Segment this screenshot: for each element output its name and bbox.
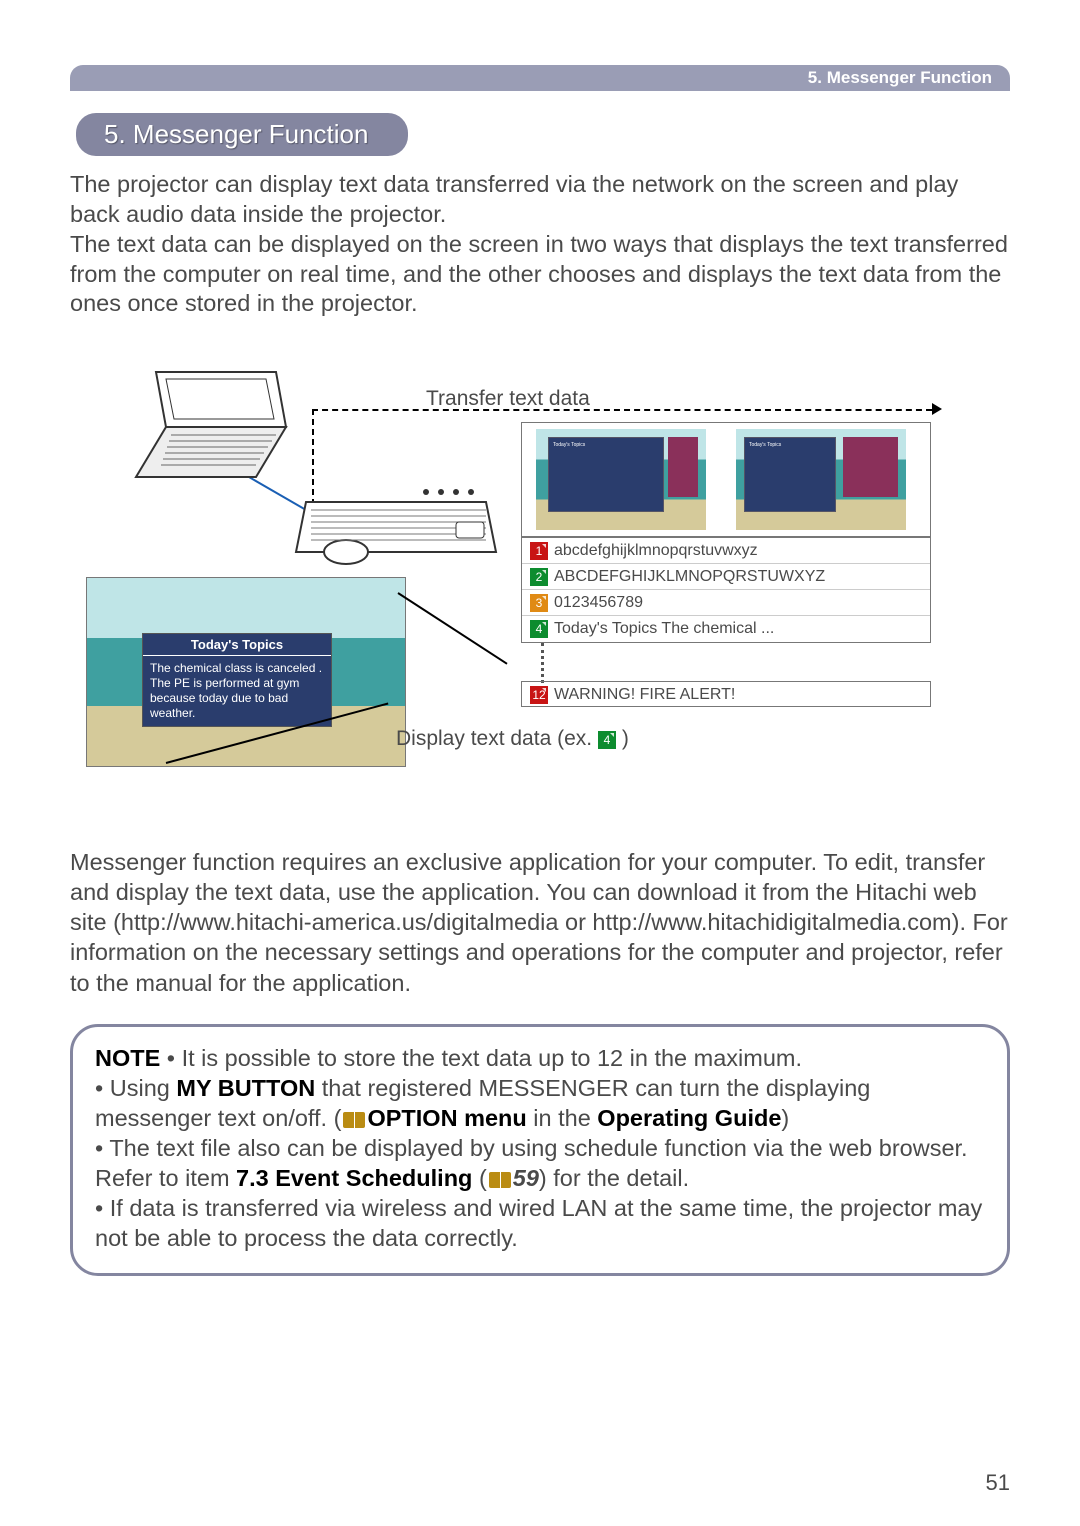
note-b2c: in the <box>527 1105 598 1131</box>
section-title-pill: 5. Messenger Function <box>76 113 408 156</box>
message-row: 2 ABCDEFGHIJKLMNOPQRSTUWXYZ <box>522 564 930 590</box>
projector-illustration <box>286 482 506 587</box>
display-label-prefix: Display text data (ex. <box>396 727 598 750</box>
badge-icon: 4 <box>598 731 616 749</box>
message-row: 1 abcdefghijklmnopqrstuvwxyz <box>522 538 930 564</box>
screen-thumbnails: Today's Topics Today's Topics <box>521 422 931 537</box>
note-box: NOTE • It is possible to store the text … <box>70 1024 1010 1277</box>
screen-thumb-2: Today's Topics <box>736 429 906 530</box>
header-breadcrumb: 5. Messenger Function <box>70 65 1010 91</box>
book-icon <box>343 1112 365 1128</box>
arrow-head-icon <box>932 403 942 415</box>
projection-card-title: Today's Topics <box>143 634 331 656</box>
badge-icon: 12 <box>530 686 548 704</box>
display-text-label: Display text data (ex. 4) <box>396 727 629 751</box>
message-text: abcdefghijklmnopqrstuvwxyz <box>554 542 758 559</box>
message-list: 1 abcdefghijklmnopqrstuvwxyz 2 ABCDEFGHIJK… <box>521 537 931 643</box>
message-text: Today's Topics The chemical ... <box>554 620 774 637</box>
thumb-small-card <box>843 437 898 497</box>
arrow-across <box>312 409 932 411</box>
note-b3b: ( <box>472 1165 486 1191</box>
message-text: ABCDEFGHIJKLMNOPQRSTUWXYZ <box>554 568 825 585</box>
projection-beam-line <box>397 592 507 664</box>
warning-row: 12 WARNING! FIRE ALERT! <box>521 681 931 707</box>
body-paragraph: Messenger function requires an exclusive… <box>70 847 1010 997</box>
event-scheduling-label: 7.3 Event Scheduling <box>236 1165 472 1191</box>
intro-p2: The text data can be displayed on the sc… <box>70 231 1008 317</box>
operating-guide-label: Operating Guide <box>597 1105 781 1131</box>
my-button-label: MY BUTTON <box>176 1075 315 1101</box>
projection-card-body: The chemical class is canceled .The PE i… <box>143 656 331 726</box>
page-ref: 59 <box>513 1165 539 1191</box>
badge-icon: 1 <box>530 542 548 560</box>
intro-p1: The projector can display text data tran… <box>70 171 958 227</box>
badge-icon: 2 <box>530 568 548 586</box>
projection-screen: Today's Topics The chemical class is can… <box>86 577 406 767</box>
thumb-big-card: Today's Topics <box>744 437 836 512</box>
transfer-text-label: Transfer text data <box>426 387 590 411</box>
message-text: 0123456789 <box>554 594 643 611</box>
thumb-big-card: Today's Topics <box>548 437 664 512</box>
laptop-illustration <box>126 367 296 487</box>
intro-paragraphs: The projector can display text data tran… <box>70 170 1010 319</box>
screen-thumb-1: Today's Topics <box>536 429 706 530</box>
note-b2a: • Using <box>95 1075 176 1101</box>
projection-card: Today's Topics The chemical class is can… <box>142 633 332 727</box>
note-b3c: ) for the detail. <box>539 1165 689 1191</box>
warning-text: WARNING! FIRE ALERT! <box>554 686 735 703</box>
message-row: 3 0123456789 <box>522 590 930 616</box>
thumb-small-card <box>668 437 698 497</box>
option-menu-label: OPTION menu <box>367 1105 526 1131</box>
book-icon <box>489 1172 511 1188</box>
display-label-suffix: ) <box>622 727 629 750</box>
ellipsis-dots <box>541 643 544 683</box>
diagram-area: Transfer text data Today's Topics Today'… <box>86 347 994 797</box>
note-b1: • It is possible to store the text data … <box>160 1045 802 1071</box>
note-b2d: ) <box>781 1105 789 1131</box>
note-b4: • If data is transferred via wireless an… <box>95 1195 982 1251</box>
page-number: 51 <box>986 1470 1010 1496</box>
message-row: 4 Today's Topics The chemical ... <box>522 616 930 642</box>
badge-icon: 4 <box>530 620 548 638</box>
badge-icon: 3 <box>530 594 548 612</box>
note-label: NOTE <box>95 1045 160 1071</box>
